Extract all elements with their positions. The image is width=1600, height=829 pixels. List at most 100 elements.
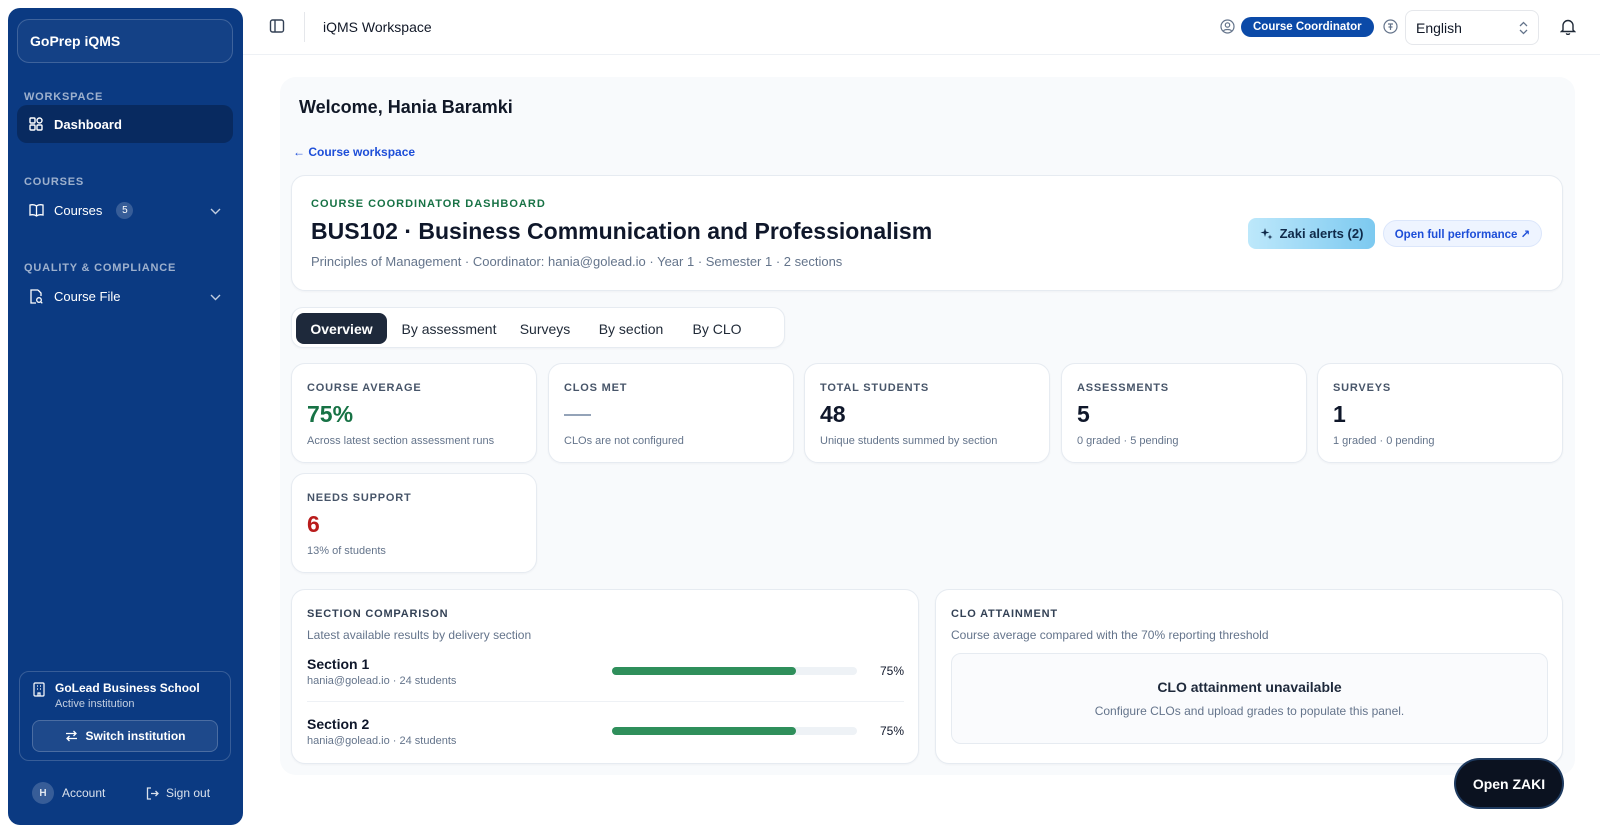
stat-value: 5 bbox=[1077, 401, 1090, 427]
logout-icon bbox=[146, 786, 159, 800]
card-title: CLO ATTAINMENT bbox=[951, 608, 1058, 620]
sign-out-button[interactable]: Sign out bbox=[146, 786, 210, 800]
zaki-alerts-button[interactable]: Zaki alerts (2) bbox=[1248, 218, 1375, 249]
user-circle-icon bbox=[1220, 19, 1235, 39]
section-row-name: Section 2 bbox=[307, 716, 370, 732]
bell-icon[interactable] bbox=[1559, 18, 1577, 40]
stat-label: ASSESSMENTS bbox=[1077, 382, 1169, 394]
file-search-icon bbox=[27, 287, 45, 305]
language-select[interactable]: English bbox=[1405, 10, 1539, 45]
section-label-workspace: WORKSPACE bbox=[24, 91, 104, 103]
dashboard-kicker: COURSE COORDINATOR DASHBOARD bbox=[311, 198, 546, 210]
course-meta: Principles of Management · Coordinator: … bbox=[311, 254, 843, 269]
progress-percent: 75% bbox=[880, 664, 905, 678]
sidebar-item-courses[interactable]: Courses 5 bbox=[17, 191, 233, 229]
section-row-meta: hania@golead.io · 24 students bbox=[307, 735, 457, 747]
stat-sub: Across latest section assessment runs bbox=[307, 435, 495, 447]
progress-bar-track bbox=[612, 667, 857, 675]
stat-sub: 13% of students bbox=[307, 545, 386, 557]
stat-label: NEEDS SUPPORT bbox=[307, 492, 412, 504]
topbar: iQMS Workspace Course Coordinator Englis… bbox=[243, 0, 1600, 55]
tab-bar: Overview By assessment Surveys By sectio… bbox=[291, 307, 785, 348]
stat-label: COURSE AVERAGE bbox=[307, 382, 422, 394]
back-to-course-workspace-link[interactable]: ← Course workspace bbox=[293, 145, 415, 159]
card-title: SECTION COMPARISON bbox=[307, 608, 449, 620]
sparkles-icon bbox=[1260, 227, 1273, 240]
stat-value: 48 bbox=[820, 401, 846, 427]
stat-label: CLOS MET bbox=[564, 382, 628, 394]
section-row-name: Section 1 bbox=[307, 656, 370, 672]
stat-sub: 1 graded · 0 pending bbox=[1333, 435, 1435, 447]
empty-state: CLO attainment unavailable Configure CLO… bbox=[951, 653, 1548, 744]
stat-sub: Unique students summed by section bbox=[820, 435, 998, 447]
card-subtitle: Latest available results by delivery sec… bbox=[307, 628, 532, 642]
switch-institution-button[interactable]: Switch institution bbox=[32, 720, 218, 752]
empty-state-message: Configure CLOs and upload grades to popu… bbox=[1094, 704, 1405, 718]
count-badge: 5 bbox=[116, 201, 134, 219]
switch-institution-label: Switch institution bbox=[85, 729, 186, 743]
progress-percent: 75% bbox=[880, 724, 905, 738]
section-label-courses: COURSES bbox=[24, 176, 84, 188]
stat-card-clos-met: CLOS MET CLOs are not configured bbox=[548, 363, 794, 463]
role-badge[interactable]: Course Coordinator bbox=[1241, 17, 1374, 37]
stat-value: 1 bbox=[1333, 401, 1346, 427]
dashboard-icon bbox=[27, 115, 45, 133]
tab-surveys[interactable]: Surveys bbox=[511, 313, 579, 344]
building-icon bbox=[33, 682, 45, 702]
clo-attainment-card: CLO ATTAINMENT Course average compared w… bbox=[935, 589, 1563, 764]
progress-bar-fill bbox=[612, 727, 796, 735]
sidebar-item-label: Course File bbox=[54, 288, 121, 304]
brand-logo[interactable]: GoPrep iQMS bbox=[17, 19, 233, 63]
translate-icon bbox=[1383, 19, 1398, 39]
section-row-meta: hania@golead.io · 24 students bbox=[307, 675, 457, 687]
stat-card-assessments: ASSESSMENTS 5 0 graded · 5 pending bbox=[1061, 363, 1307, 463]
stat-card-surveys: SURVEYS 1 1 graded · 0 pending bbox=[1317, 363, 1563, 463]
open-zaki-button[interactable]: Open ZAKI bbox=[1456, 760, 1562, 807]
sidebar: GoPrep iQMS WORKSPACE Dashboard COURSES … bbox=[8, 8, 243, 825]
stat-card-needs-support: NEEDS SUPPORT 6 13% of students bbox=[291, 473, 537, 573]
divider bbox=[307, 701, 904, 702]
chevron-down-icon[interactable] bbox=[210, 203, 221, 218]
card-subtitle: Course average compared with the 70% rep… bbox=[951, 628, 1269, 642]
stat-label: SURVEYS bbox=[1333, 382, 1391, 394]
progress-bar-fill bbox=[612, 667, 796, 675]
sign-out-label: Sign out bbox=[166, 786, 211, 800]
institution-name: GoLead Business School bbox=[55, 681, 200, 695]
chevron-up-down-icon bbox=[1519, 21, 1528, 38]
course-header-card: COURSE COORDINATOR DASHBOARD BUS102 · Bu… bbox=[291, 175, 1563, 291]
tab-by-clo[interactable]: By CLO bbox=[683, 313, 751, 344]
book-icon bbox=[27, 201, 45, 219]
switch-arrows-icon bbox=[65, 730, 78, 742]
stat-card-course-average: COURSE AVERAGE 75% Across latest section… bbox=[291, 363, 537, 463]
page-title: iQMS Workspace bbox=[323, 19, 432, 35]
stat-value: 6 bbox=[307, 511, 320, 537]
stat-sub: 0 graded · 5 pending bbox=[1077, 435, 1179, 447]
section-comparison-card: SECTION COMPARISON Latest available resu… bbox=[291, 589, 919, 764]
sidebar-item-label: Courses bbox=[54, 202, 103, 218]
sidebar-item-label: Dashboard bbox=[54, 116, 122, 132]
sidebar-item-course-file[interactable]: Course File bbox=[17, 277, 233, 315]
stat-card-total-students: TOTAL STUDENTS 48 Unique students summed… bbox=[804, 363, 1050, 463]
tab-by-section[interactable]: By section bbox=[587, 313, 675, 344]
sidebar-toggle-icon[interactable] bbox=[269, 18, 285, 39]
zaki-alerts-label: Zaki alerts (2) bbox=[1279, 226, 1364, 241]
welcome-heading: Welcome, Hania Baramki bbox=[299, 97, 513, 117]
stat-value: 75% bbox=[307, 401, 354, 427]
account-link[interactable]: H Account bbox=[32, 782, 105, 804]
divider bbox=[304, 12, 305, 42]
stat-sub: CLOs are not configured bbox=[564, 435, 684, 447]
language-value: English bbox=[1416, 19, 1462, 36]
progress-bar-track bbox=[612, 727, 857, 735]
section-label-quality: QUALITY & COMPLIANCE bbox=[24, 262, 177, 274]
avatar: H bbox=[32, 782, 54, 804]
course-title: BUS102 · Business Communication and Prof… bbox=[311, 218, 933, 244]
account-label: Account bbox=[62, 786, 106, 800]
chevron-down-icon[interactable] bbox=[210, 289, 221, 304]
tab-by-assessment[interactable]: By assessment bbox=[395, 313, 503, 344]
institution-card: GoLead Business School Active institutio… bbox=[19, 671, 231, 761]
empty-state-title: CLO attainment unavailable bbox=[1157, 679, 1342, 695]
stat-label: TOTAL STUDENTS bbox=[820, 382, 929, 394]
tab-overview[interactable]: Overview bbox=[296, 313, 387, 344]
open-full-performance-button[interactable]: Open full performance ↗ bbox=[1383, 220, 1542, 247]
sidebar-item-dashboard[interactable]: Dashboard bbox=[17, 105, 233, 143]
